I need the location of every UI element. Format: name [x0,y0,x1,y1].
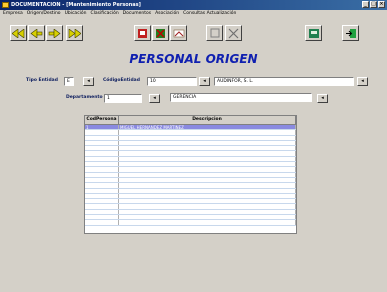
cell-codpersona [85,209,119,215]
tipo-entidad-lookup-button[interactable]: ◂ [83,77,94,86]
menu-documentos[interactable]: Documentos [123,10,151,18]
cell-descripcion: MIGUEL HERNANDEZ MARTINEZ [119,125,296,130]
last-record-icon[interactable] [66,25,83,41]
cell-codpersona [85,193,119,199]
departamento-name-lookup-button[interactable]: ◂ [317,94,328,103]
menu-bar: Empresa Origen/Destino Ubicación Clasifi… [0,10,387,18]
tipo-entidad-label: Tipo Entidad [26,78,58,83]
new-record-icon[interactable] [134,25,151,41]
cell-codpersona [85,188,119,193]
cell-descripcion [119,151,296,156]
cancel-icon[interactable] [225,25,242,41]
next-record-icon[interactable] [46,25,63,41]
entidad-name-lookup-button[interactable]: ◂ [357,77,368,86]
cell-codpersona [85,162,119,167]
cell-descripcion [119,162,296,167]
cell-descripcion [119,146,296,151]
departamento-label: Departamento [66,95,103,100]
cell-codpersona [85,130,119,135]
cell-codpersona [85,167,119,172]
cell-descripcion [119,156,296,162]
cell-descripcion [119,204,296,209]
cell-codpersona [85,140,119,146]
cell-descripcion [119,215,296,220]
cell-descripcion [119,193,296,199]
personas-grid[interactable]: CodPersona Descripcion 1 MIGUEL HERNANDE… [84,115,297,234]
cell-codpersona [85,177,119,183]
tipo-entidad-field[interactable]: E [64,77,74,86]
maximize-button[interactable]: □ [370,1,377,8]
cell-descripcion [119,130,296,135]
menu-asociacion[interactable]: Asociación [155,10,179,18]
window-controls: _ □ × [362,1,385,8]
entidad-name-field: AUDINFOR, S. L. [214,77,354,86]
grid-header: CodPersona Descripcion [85,116,296,125]
title-bar: DOCUMENTACION - [Mantenimiento Personas]… [0,0,387,10]
codigo-entidad-label: CódigoEntidad [103,78,140,83]
save-icon[interactable] [206,25,223,41]
page-title: PERSONAL ORIGEN [129,52,258,66]
cell-descripcion [119,135,296,140]
departamento-field[interactable]: 1 [104,94,142,103]
cell-codpersona [85,215,119,220]
exit-icon[interactable] [342,25,359,41]
cell-descripcion [119,188,296,193]
cell-descripcion [119,220,296,225]
cell-descripcion [119,172,296,177]
cell-codpersona [85,172,119,177]
first-record-icon[interactable] [10,25,27,41]
app-icon [2,2,9,8]
previous-record-icon[interactable] [28,25,45,41]
cell-codpersona: 1 [85,125,119,130]
column-header-descripcion[interactable]: Descripcion [119,116,296,124]
menu-origen-destino[interactable]: Origen/Destino [27,10,61,18]
codigo-entidad-lookup-button[interactable]: ◂ [199,77,210,86]
cell-codpersona [85,135,119,140]
cell-descripcion [119,140,296,146]
cell-codpersona [85,183,119,188]
cell-codpersona [85,151,119,156]
cell-descripcion [119,177,296,183]
delete-record-icon[interactable] [152,25,169,41]
empty-table-row[interactable] [85,220,296,226]
menu-clasificacion[interactable]: Clasificación [91,10,119,18]
menu-consultas[interactable]: Consultas Actualización [183,10,236,18]
close-button[interactable]: × [378,1,385,8]
cell-codpersona [85,146,119,151]
column-header-codpersona[interactable]: CodPersona [85,116,119,124]
edit-record-icon[interactable] [170,25,187,41]
print-icon[interactable] [305,25,322,41]
window-title: DOCUMENTACION - [Mantenimiento Personas] [11,2,141,8]
menu-ubicacion[interactable]: Ubicación [65,10,87,18]
cell-descripcion [119,209,296,215]
departamento-name-field: GERENCIA [170,93,312,102]
menu-empresa[interactable]: Empresa [3,10,23,18]
toolbar [0,19,387,46]
cell-codpersona [85,204,119,209]
codigo-entidad-field[interactable]: 10 [147,77,197,86]
departamento-lookup-button[interactable]: ◂ [149,94,160,103]
cell-descripcion [119,199,296,204]
minimize-button[interactable]: _ [362,1,369,8]
cell-descripcion [119,167,296,172]
cell-descripcion [119,183,296,188]
cell-codpersona [85,156,119,162]
cell-codpersona [85,199,119,204]
cell-codpersona [85,220,119,225]
